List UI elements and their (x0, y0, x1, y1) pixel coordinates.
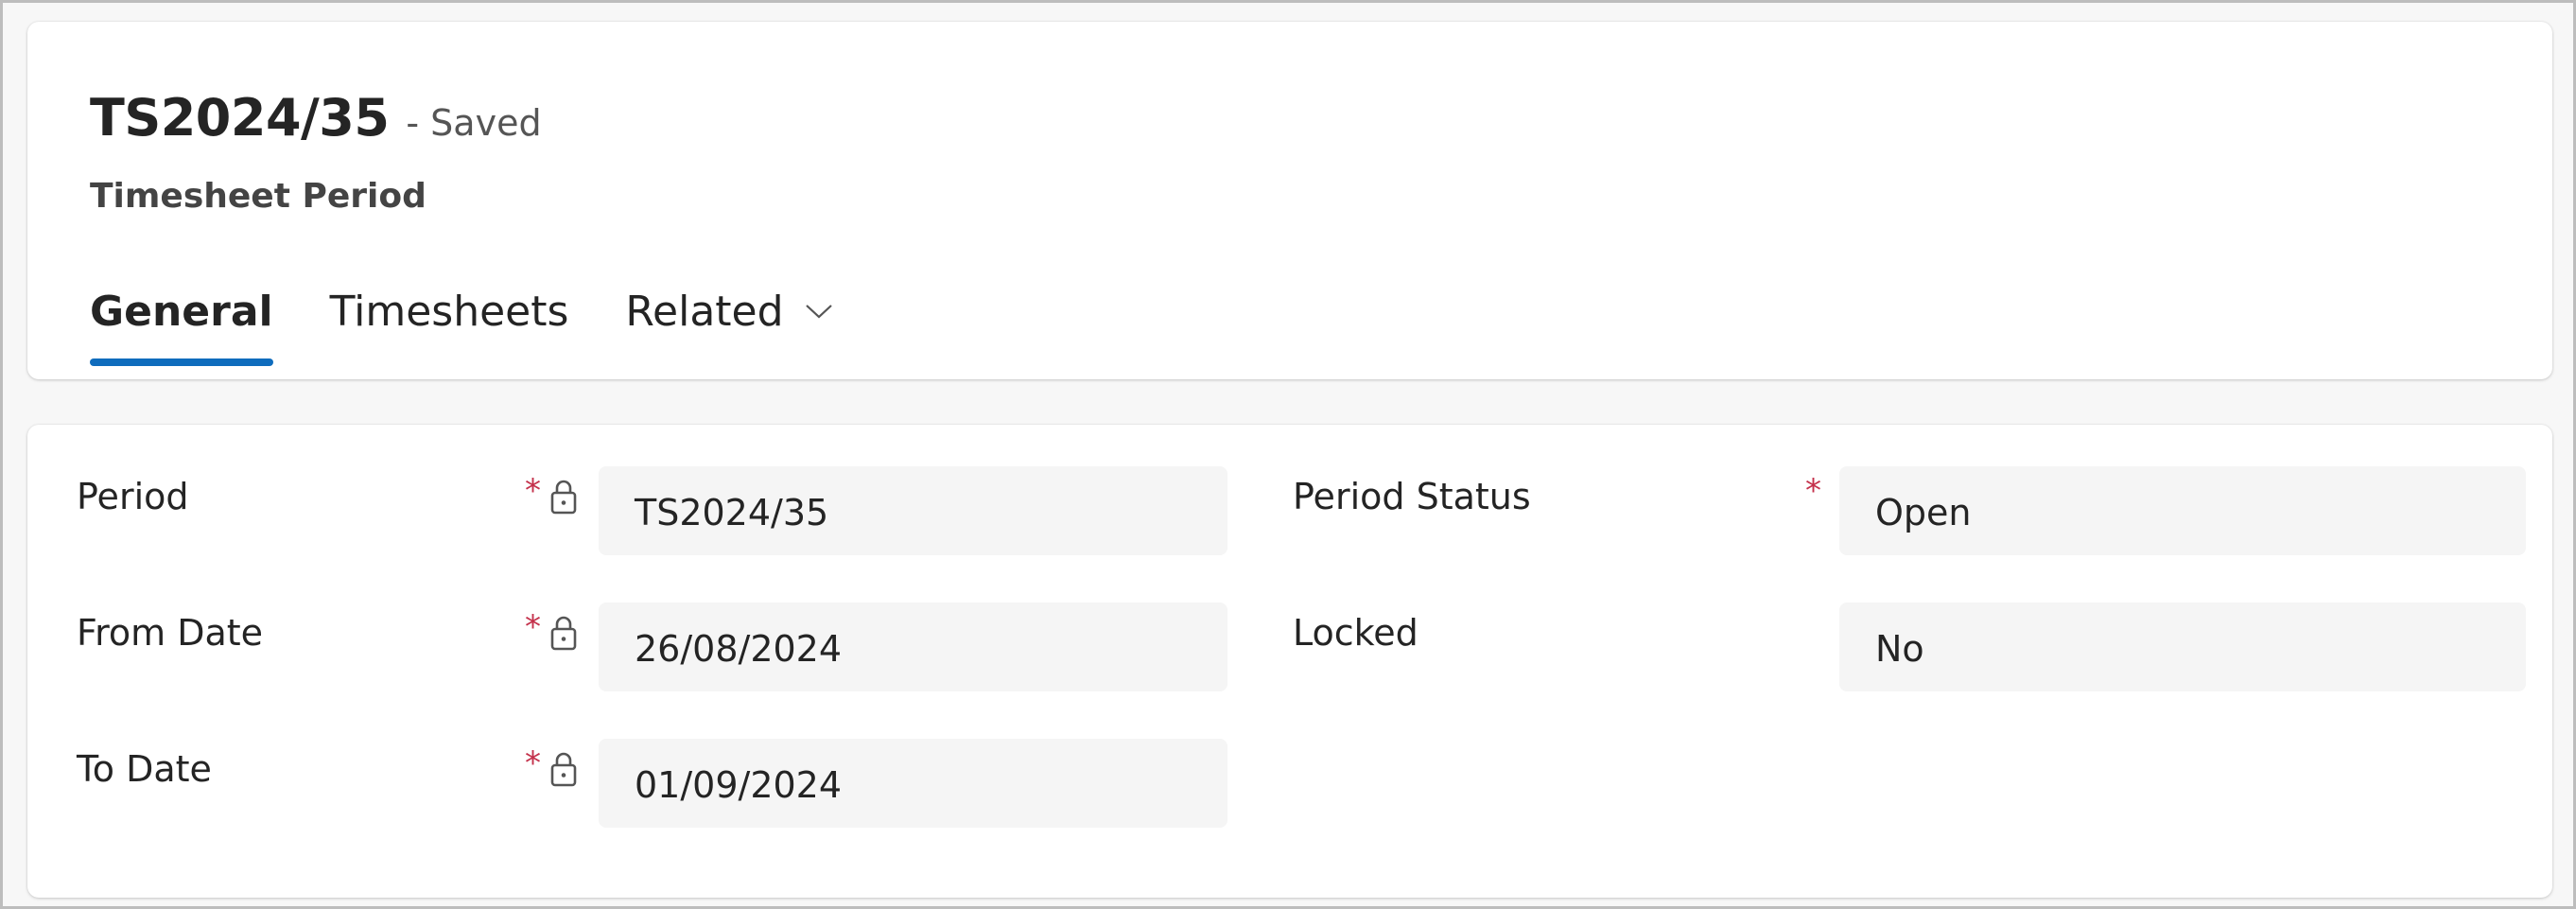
field-value: 26/08/2024 (635, 628, 843, 670)
lock-icon (550, 752, 577, 787)
tab-label: Related (625, 287, 784, 336)
tab-timesheets[interactable]: Timesheets (330, 264, 569, 358)
field-to-date: To Date * 01/09/2024 (27, 739, 1228, 828)
lock-icon (550, 616, 577, 651)
field-label: Period Status (1293, 476, 1531, 517)
field-period: Period * TS2024/35 (27, 466, 1228, 555)
period-status-field[interactable]: Open (1839, 466, 2526, 555)
period-field[interactable]: TS2024/35 (599, 466, 1227, 555)
required-indicator: * (525, 744, 541, 782)
required-indicator: * (1805, 472, 1821, 510)
field-value: 01/09/2024 (635, 764, 843, 806)
required-indicator: * (525, 608, 541, 646)
field-label: From Date (77, 612, 264, 654)
tab-list: General Timesheets Related (90, 264, 890, 366)
record-header: TS2024/35 - Saved Timesheet Period Gener… (27, 22, 2552, 379)
field-from-date: From Date * 26/08/2024 (27, 603, 1228, 691)
field-label: Locked (1293, 612, 1419, 654)
field-period-status: Period Status * Open (1247, 466, 2526, 555)
to-date-field[interactable]: 01/09/2024 (599, 739, 1227, 828)
tab-label: Timesheets (329, 287, 569, 336)
chevron-down-icon (805, 305, 832, 319)
from-date-field[interactable]: 26/08/2024 (599, 603, 1227, 691)
field-value: No (1875, 628, 1924, 670)
record-title: TS2024/35 (90, 88, 390, 148)
field-label: Period (77, 476, 189, 517)
required-indicator: * (525, 472, 541, 510)
title-row: TS2024/35 - Saved (90, 88, 542, 148)
field-value: TS2024/35 (635, 492, 829, 533)
save-status: - Saved (406, 102, 542, 144)
lock-icon (550, 480, 577, 515)
field-value: Open (1875, 492, 1972, 533)
entity-name: Timesheet Period (90, 177, 426, 216)
field-locked: Locked No (1247, 603, 2526, 691)
tab-related[interactable]: Related (625, 264, 832, 358)
general-section: Period * TS2024/35 From Date * 26/08/202… (27, 425, 2552, 898)
tab-general[interactable]: General (90, 264, 273, 366)
tab-label: General (90, 287, 273, 336)
field-label: To Date (77, 748, 212, 790)
locked-field[interactable]: No (1839, 603, 2526, 691)
